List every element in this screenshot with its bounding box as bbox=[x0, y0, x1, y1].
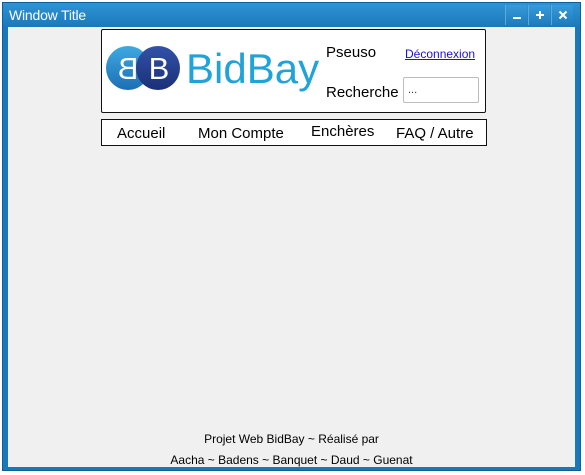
window-title: Window Title bbox=[9, 7, 86, 23]
nav-item-accueil[interactable]: Accueil bbox=[117, 125, 165, 142]
logout-link[interactable]: Déconnexion bbox=[405, 47, 475, 61]
nav-item-encheres[interactable]: Enchères bbox=[311, 123, 374, 140]
username-label: Pseuso bbox=[326, 44, 377, 61]
main-nav: Accueil Mon Compte Enchères FAQ / Autre bbox=[101, 119, 487, 146]
nav-item-mon-compte[interactable]: Mon Compte bbox=[198, 125, 284, 142]
minimize-button[interactable] bbox=[505, 5, 527, 25]
close-icon bbox=[558, 10, 567, 20]
logo-wordmark: BidBay bbox=[186, 45, 319, 92]
maximize-icon bbox=[535, 11, 544, 19]
site-header: B B BidBay Pseuso Déconnexion Recherche bbox=[101, 29, 486, 113]
nav-item-faq[interactable]: FAQ / Autre bbox=[396, 125, 474, 142]
title-bar[interactable]: Window Title bbox=[3, 3, 580, 27]
logo-mono-right: B bbox=[149, 51, 170, 86]
footer-credits-line1: Projet Web BidBay ~ Réalisé par bbox=[204, 432, 379, 446]
app-window: Window Title B B BidBay Pseuso Déconnexi… bbox=[2, 2, 581, 471]
minimize-icon bbox=[512, 17, 521, 19]
close-button[interactable] bbox=[551, 5, 573, 25]
logo-mono-left: B bbox=[118, 51, 139, 86]
window-content: B B BidBay Pseuso Déconnexion Recherche … bbox=[8, 27, 575, 467]
maximize-button[interactable] bbox=[528, 5, 550, 25]
search-input[interactable] bbox=[403, 77, 479, 103]
search-label: Recherche bbox=[326, 84, 399, 101]
bidbay-logo[interactable]: B B BidBay bbox=[106, 38, 322, 98]
footer-credits-line2: Aacha ~ Badens ~ Banquet ~ Daud ~ Guenat bbox=[170, 453, 413, 467]
